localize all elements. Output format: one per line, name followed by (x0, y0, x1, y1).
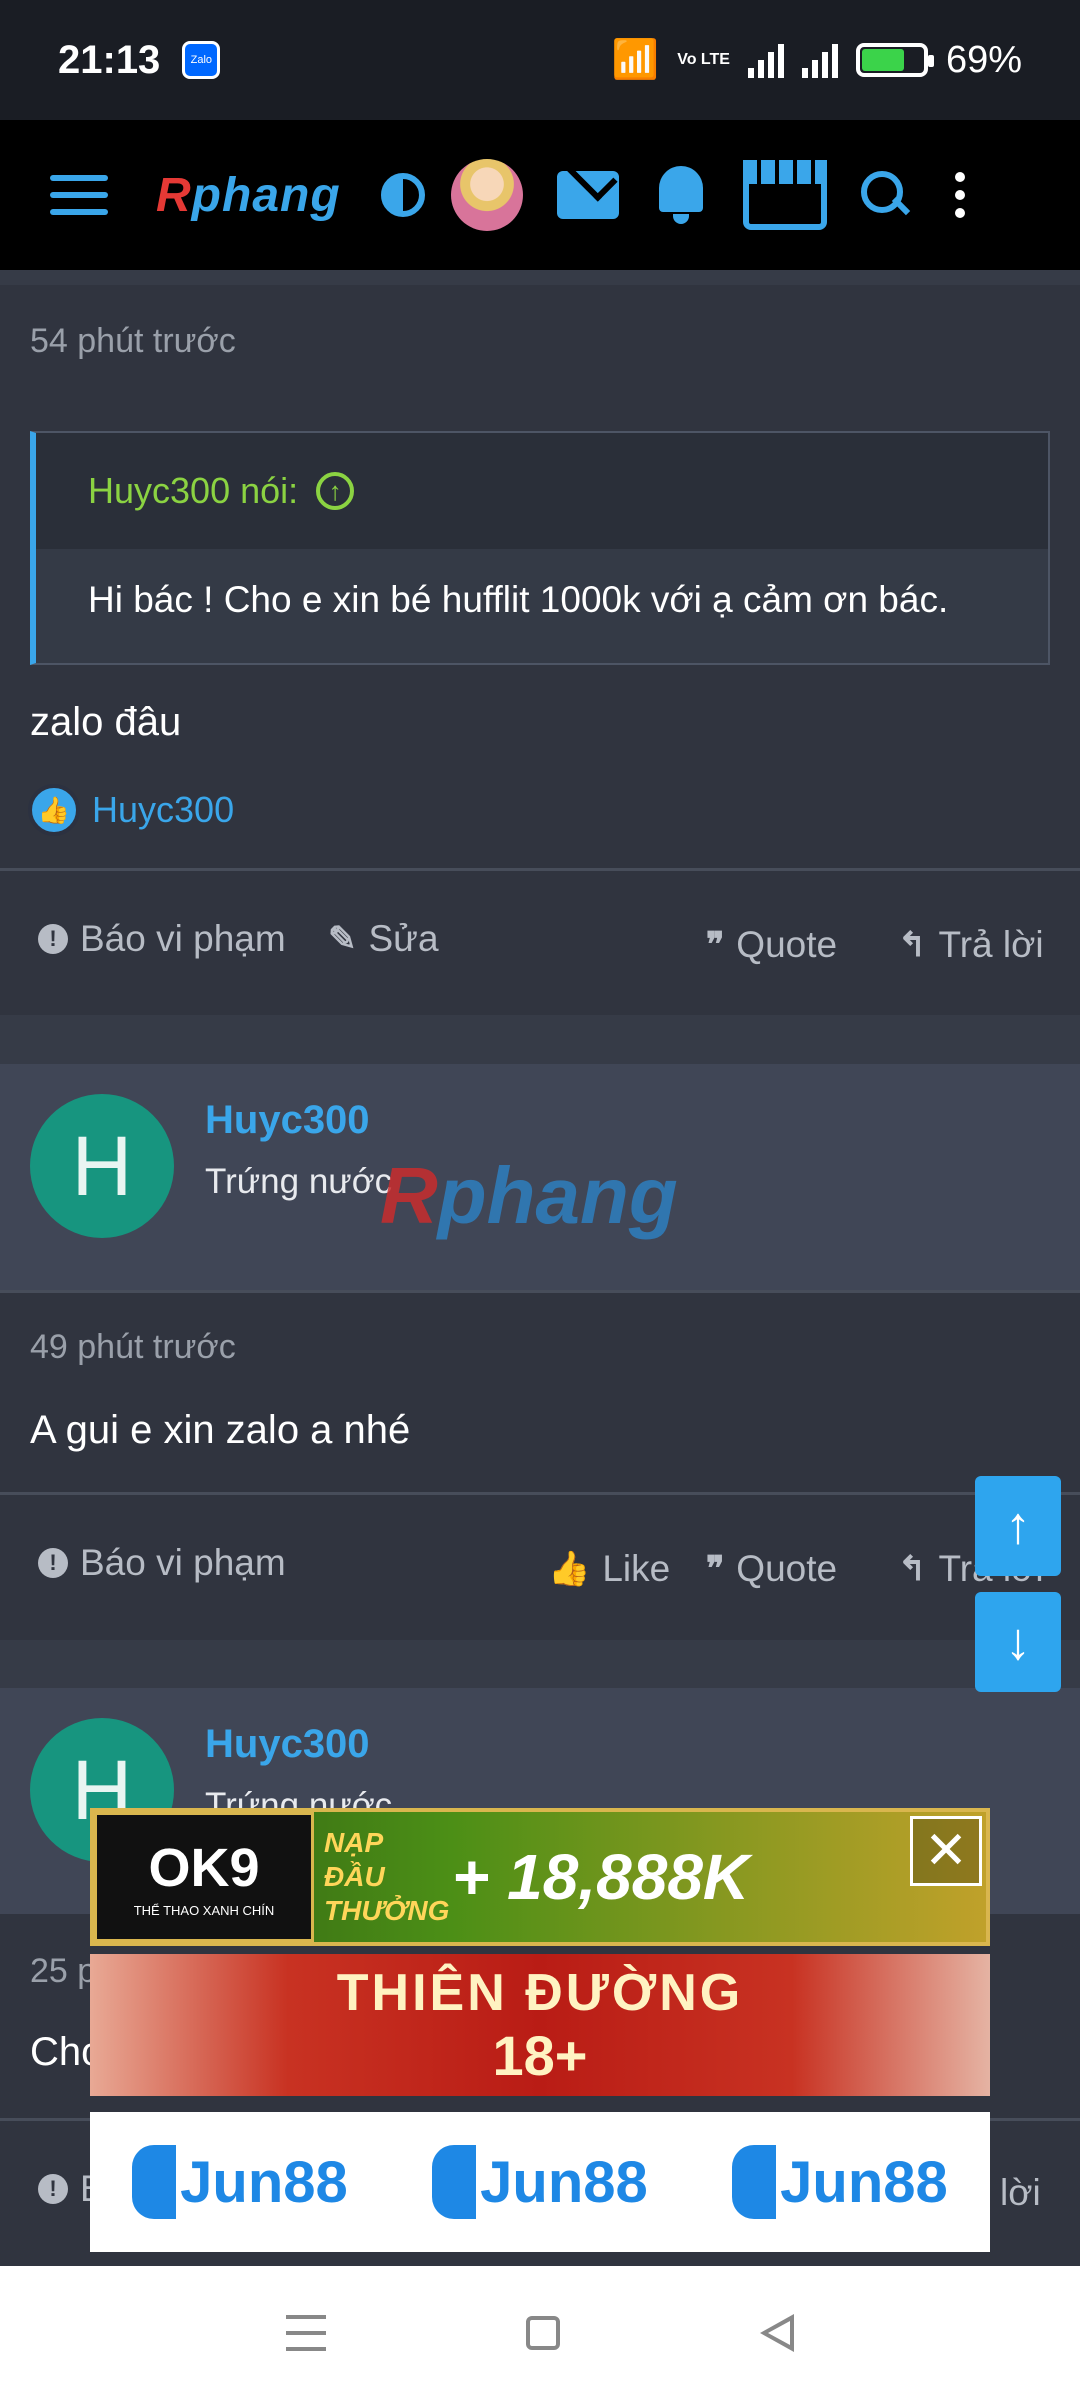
post-message: zalo đâu (30, 700, 182, 744)
reply-icon: ↰ (898, 1550, 927, 1588)
post-message: A gui e xin zalo a nhé (30, 1408, 411, 1452)
ad-heading: THIÊN ĐƯỜNG (336, 1963, 744, 2022)
like-reaction-icon: 👍 (28, 784, 80, 836)
author-title: Trứng nước (205, 1162, 393, 1201)
ad-banner-ok9[interactable]: OK9 THỂ THAO XANH CHÍN NẠP ĐẦU THƯỞNG + … (90, 1808, 990, 1946)
ad-promo-label: NẠP ĐẦU THƯỞNG (324, 1827, 450, 1926)
reply-button[interactable]: ↰ Trả lời (898, 924, 1044, 966)
ad-promo-amount: + 18,888K (452, 1841, 750, 1913)
quote-block: Huyc300 nói: ↑ Hi bác ! Cho e xin bé huf… (30, 431, 1050, 665)
pencil-icon: ✎ (328, 920, 357, 958)
header-icons (380, 159, 965, 231)
warning-icon: ! (38, 2174, 68, 2204)
jun88-logo: Jun88 (132, 2145, 348, 2219)
scroll-top-button[interactable]: ↑ (975, 1476, 1061, 1576)
edit-button[interactable]: ✎ Sửa (328, 918, 439, 960)
ok9-logo: OK9 THỂ THAO XANH CHÍN (94, 1812, 314, 1942)
battery-percent: 69% (945, 38, 1022, 81)
site-logo[interactable]: Rphang (156, 168, 341, 223)
site-watermark: Rphang (380, 1151, 678, 1240)
user-avatar[interactable] (450, 159, 523, 231)
report-button[interactable]: ! Báo vi phạm (38, 1542, 286, 1584)
divider (0, 868, 1080, 871)
quote-icon: ❞ (706, 1550, 725, 1588)
quote-button[interactable]: ❞ Quote (706, 924, 837, 966)
app-header: Rphang (0, 120, 1080, 270)
signal-icon-2 (801, 42, 838, 78)
post-timestamp: 49 phút trước (30, 1328, 236, 1366)
menu-icon[interactable] (50, 175, 108, 215)
signal-icon-1 (747, 42, 784, 78)
status-bar: 21:13 Zalo 📶 Vo LTE 69% (0, 0, 1080, 120)
warning-icon: ! (38, 924, 68, 954)
scroll-bottom-button[interactable]: ↓ (975, 1592, 1061, 1692)
contrast-icon[interactable] (380, 173, 425, 217)
jun88-logo: Jun88 (732, 2145, 948, 2219)
reaction-summary[interactable]: 👍 Huyc300 (28, 784, 234, 836)
jump-to-quote-icon[interactable]: ↑ (316, 472, 355, 510)
author-avatar[interactable]: H (30, 1094, 174, 1238)
jun88-logo: Jun88 (432, 2145, 648, 2219)
close-icon[interactable]: ✕ (910, 1816, 982, 1886)
mail-icon[interactable] (556, 171, 619, 219)
quote-icon: ❞ (706, 926, 725, 964)
more-icon[interactable] (954, 172, 965, 218)
post-timestamp: 25 p (30, 1952, 97, 1990)
zalo-notification-icon: Zalo (182, 41, 221, 79)
bell-icon[interactable] (653, 166, 709, 224)
ad-subheading: 18+ (492, 2023, 588, 2087)
quote-author[interactable]: Huyc300 nói: (88, 470, 298, 512)
wifi-icon: 📶 (611, 39, 660, 81)
reply-icon: ↰ (898, 926, 927, 964)
warning-icon: ! (38, 1548, 68, 1578)
divider (0, 1492, 1080, 1495)
post-timestamp: 54 phút trước (30, 322, 236, 360)
reaction-user[interactable]: Huyc300 (92, 789, 234, 831)
report-button[interactable]: ! Báo vi phạm (38, 918, 286, 960)
quote-button[interactable]: ❞ Quote (706, 1548, 837, 1590)
ad-banner-jun88[interactable]: Jun88 Jun88 Jun88 (90, 2112, 990, 2252)
like-button[interactable]: 👍 Like (548, 1548, 670, 1590)
reply-button[interactable]: lời (1000, 2172, 1041, 2214)
author-name[interactable]: Huyc300 (205, 1098, 370, 1143)
back-icon[interactable] (760, 2314, 794, 2352)
author-name[interactable]: Huyc300 (205, 1722, 370, 1767)
status-indicators: 📶 Vo LTE 69% (612, 38, 1022, 82)
volte-icon: Vo LTE (677, 51, 730, 68)
home-icon[interactable] (526, 2316, 560, 2350)
search-icon[interactable] (860, 171, 909, 219)
battery-icon (855, 43, 934, 77)
quote-header[interactable]: Huyc300 nói: ↑ (36, 433, 1048, 549)
system-navigation-bar (0, 2266, 1080, 2400)
quote-text: Hi bác ! Cho e xin bé hufflit 1000k với … (88, 579, 949, 620)
ad-banner-thien-duong[interactable]: THIÊN ĐƯỜNG 18+ (90, 1954, 990, 2096)
status-time: 21:13 (58, 37, 161, 82)
store-icon[interactable] (742, 160, 827, 230)
thumbs-up-icon: 👍 (548, 1550, 591, 1588)
recent-apps-icon[interactable] (286, 2315, 326, 2351)
